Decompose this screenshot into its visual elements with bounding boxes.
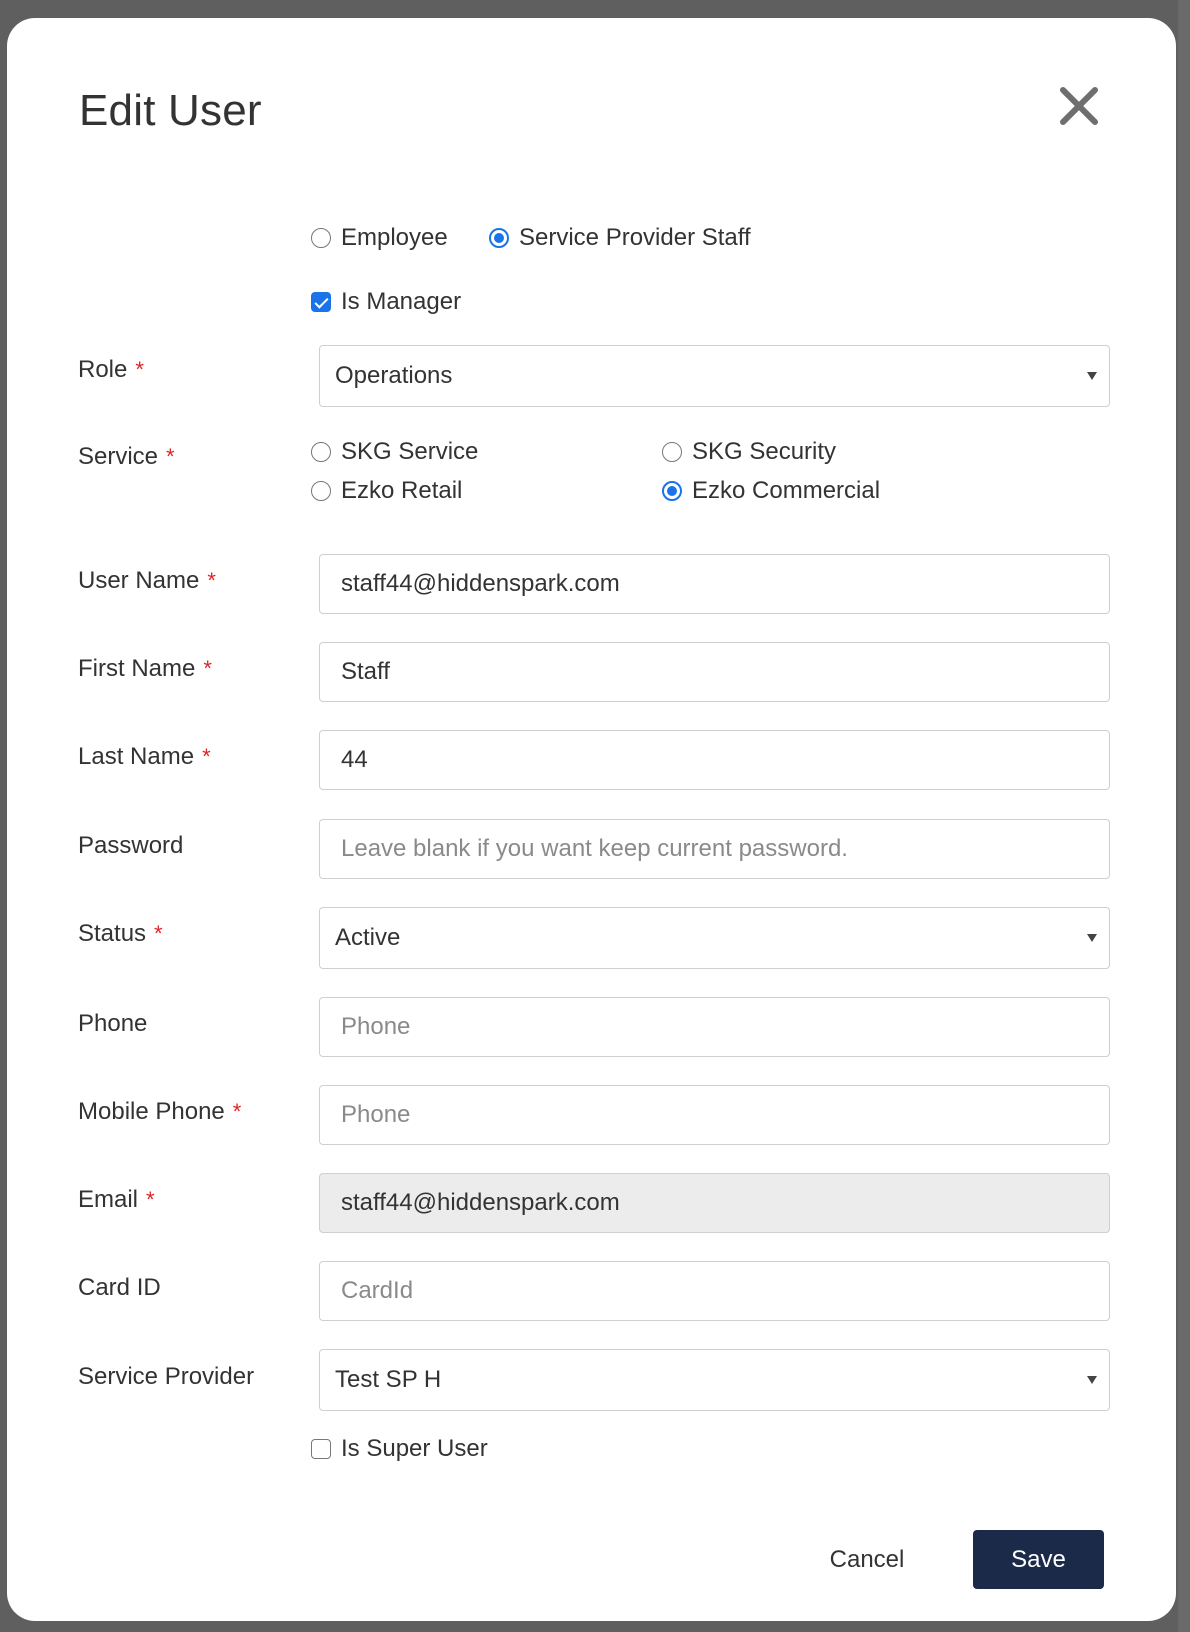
card-id-placeholder: CardId	[341, 1277, 414, 1304]
mobile-phone-placeholder: Phone	[341, 1101, 411, 1128]
ezko-commercial-label: Ezko Commercial	[692, 477, 881, 504]
is-super-user-label: Is Super User	[341, 1435, 488, 1462]
password-input[interactable]: Leave blank if you want keep current pas…	[319, 819, 1110, 879]
role-select[interactable]: Operations	[319, 345, 1110, 407]
skg-service-radio[interactable]	[311, 442, 331, 462]
card-id-label: Card ID	[78, 1274, 161, 1301]
ezko-retail-label: Ezko Retail	[341, 477, 463, 504]
status-value: Active	[335, 924, 401, 951]
password-label: Password	[78, 832, 184, 859]
backdrop	[1178, 0, 1190, 1632]
is-manager-checkbox[interactable]	[311, 292, 331, 312]
radio-ezko-commercial[interactable]: Ezko Commercial	[662, 477, 880, 505]
radio-service-provider-staff[interactable]: Service Provider Staff	[489, 224, 751, 252]
close-button[interactable]	[1057, 84, 1101, 128]
service-label: Service *	[78, 443, 175, 470]
card-id-input[interactable]: CardId	[319, 1261, 1110, 1321]
status-select[interactable]: Active	[319, 907, 1110, 969]
edit-user-dialog: Edit User Employee Service Provider Staf…	[7, 18, 1176, 1621]
mobile-phone-label: Mobile Phone *	[78, 1098, 242, 1125]
phone-input[interactable]: Phone	[319, 997, 1110, 1057]
status-label: Status *	[78, 920, 163, 947]
email-input: staff44@hiddenspark.com	[319, 1173, 1110, 1233]
chevron-down-icon	[1087, 372, 1097, 380]
employee-label: Employee	[341, 224, 448, 251]
role-label: Role *	[78, 356, 144, 383]
first-name-label: First Name *	[78, 655, 212, 682]
dialog-title: Edit User	[79, 86, 262, 135]
ezko-commercial-radio[interactable]	[662, 481, 682, 501]
is-super-user-option[interactable]: Is Super User	[311, 1435, 488, 1463]
ezko-retail-radio[interactable]	[311, 481, 331, 501]
first-name-value: Staff	[341, 658, 390, 685]
is-manager-label: Is Manager	[341, 288, 462, 315]
role-value: Operations	[335, 362, 453, 389]
service-provider-staff-label: Service Provider Staff	[519, 224, 751, 251]
chevron-down-icon	[1087, 934, 1097, 942]
user-name-input[interactable]: staff44@hiddenspark.com	[319, 554, 1110, 614]
service-provider-value: Test SP H	[335, 1366, 442, 1393]
password-placeholder: Leave blank if you want keep current pas…	[341, 835, 848, 862]
is-manager-option[interactable]: Is Manager	[311, 288, 461, 316]
skg-service-label: SKG Service	[341, 438, 479, 465]
last-name-value: 44	[341, 746, 368, 773]
user-name-label: User Name *	[78, 567, 216, 594]
cancel-button[interactable]: Cancel	[817, 1538, 917, 1582]
save-button[interactable]: Save	[973, 1530, 1104, 1589]
radio-skg-service[interactable]: SKG Service	[311, 438, 478, 466]
email-value: staff44@hiddenspark.com	[341, 1189, 620, 1216]
phone-placeholder: Phone	[341, 1013, 411, 1040]
close-icon	[1060, 87, 1098, 125]
skg-security-radio[interactable]	[662, 442, 682, 462]
last-name-label: Last Name *	[78, 743, 211, 770]
radio-employee[interactable]: Employee	[311, 224, 448, 252]
skg-security-label: SKG Security	[692, 438, 837, 465]
last-name-input[interactable]: 44	[319, 730, 1110, 790]
chevron-down-icon	[1087, 1376, 1097, 1384]
service-provider-staff-radio[interactable]	[489, 228, 509, 248]
mobile-phone-input[interactable]: Phone	[319, 1085, 1110, 1145]
email-label: Email *	[78, 1186, 155, 1213]
employee-radio[interactable]	[311, 228, 331, 248]
first-name-input[interactable]: Staff	[319, 642, 1110, 702]
phone-label: Phone	[78, 1010, 148, 1037]
radio-ezko-retail[interactable]: Ezko Retail	[311, 477, 462, 505]
service-provider-select[interactable]: Test SP H	[319, 1349, 1110, 1411]
is-super-user-checkbox[interactable]	[311, 1439, 331, 1459]
radio-skg-security[interactable]: SKG Security	[662, 438, 836, 466]
user-name-value: staff44@hiddenspark.com	[341, 570, 620, 597]
service-provider-label: Service Provider	[78, 1363, 255, 1390]
